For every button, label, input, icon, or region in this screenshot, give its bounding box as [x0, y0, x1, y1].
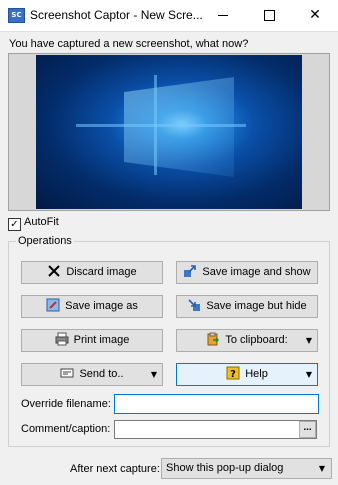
save-as-icon — [46, 298, 60, 312]
check-icon[interactable]: ✓ — [8, 218, 21, 231]
autofit-checkbox[interactable]: ✓ AutoFit — [8, 216, 59, 231]
screenshot-preview[interactable] — [8, 53, 330, 211]
save-hide-icon — [188, 299, 201, 311]
prompt-text: You have captured a new screenshot, what… — [9, 38, 249, 50]
after-capture-select[interactable]: Show this pop-up dialog ▼ — [161, 458, 332, 479]
send-to-label: Send to.. — [79, 368, 124, 380]
comment-browse-button[interactable]: ... — [299, 421, 316, 438]
maximize-button[interactable] — [246, 0, 292, 31]
window-title: Screenshot Captor - New Scre... — [30, 8, 203, 22]
clipboard-icon — [207, 332, 220, 346]
save-image-but-hide-button[interactable]: Save image but hide — [176, 295, 318, 318]
send-to-icon — [60, 368, 74, 378]
discard-x-icon — [48, 265, 61, 277]
title-bar[interactable]: SC Screenshot Captor - New Scre... ✕ — [0, 0, 338, 32]
printer-icon — [55, 332, 69, 346]
chevron-down-icon: ▼ — [305, 336, 312, 345]
override-filename-input[interactable] — [114, 394, 319, 414]
print-image-label: Print image — [73, 334, 130, 346]
help-icon: ? — [226, 366, 240, 380]
discard-image-label: Discard image — [66, 266, 137, 278]
comment-caption-input[interactable] — [114, 420, 317, 439]
chevron-down-icon: ▼ — [150, 370, 157, 379]
preview-pane-line — [154, 75, 157, 175]
preview-image — [36, 55, 302, 209]
svg-text:?: ? — [230, 369, 236, 380]
save-image-but-hide-label: Save image but hide — [206, 300, 307, 312]
close-icon: ✕ — [309, 7, 321, 23]
maximize-icon — [263, 9, 275, 21]
operations-title: Operations — [16, 235, 74, 247]
save-image-as-label: Save image as — [65, 300, 138, 312]
save-image-and-show-button[interactable]: Save image and show — [176, 261, 318, 284]
autofit-label: AutoFit — [24, 216, 59, 228]
save-image-as-button[interactable]: Save image as — [21, 295, 163, 318]
close-button[interactable]: ✕ — [292, 0, 338, 31]
print-image-button[interactable]: Print image — [21, 329, 163, 352]
to-clipboard-button[interactable]: To clipboard: ▼ — [176, 329, 318, 352]
chevron-down-icon: ▼ — [305, 370, 312, 379]
help-label: Help — [245, 368, 268, 380]
preview-pane-line — [76, 124, 246, 127]
save-image-and-show-label: Save image and show — [202, 266, 311, 278]
preview-glow — [124, 77, 234, 177]
comment-caption-label: Comment/caption: — [21, 423, 111, 435]
minimize-button[interactable] — [200, 0, 246, 31]
help-button[interactable]: ? Help ▼ — [176, 363, 318, 386]
to-clipboard-label: To clipboard: — [225, 334, 288, 346]
minimize-icon — [218, 14, 228, 16]
after-capture-label: After next capture: — [70, 463, 160, 475]
app-icon[interactable]: SC — [8, 8, 25, 23]
override-filename-label: Override filename: — [21, 398, 111, 410]
send-to-button[interactable]: Send to.. ▼ — [21, 363, 163, 386]
chevron-down-icon: ▼ — [318, 464, 325, 473]
discard-image-button[interactable]: Discard image — [21, 261, 163, 284]
after-capture-value: Show this pop-up dialog — [166, 462, 284, 474]
save-show-icon — [184, 265, 197, 277]
